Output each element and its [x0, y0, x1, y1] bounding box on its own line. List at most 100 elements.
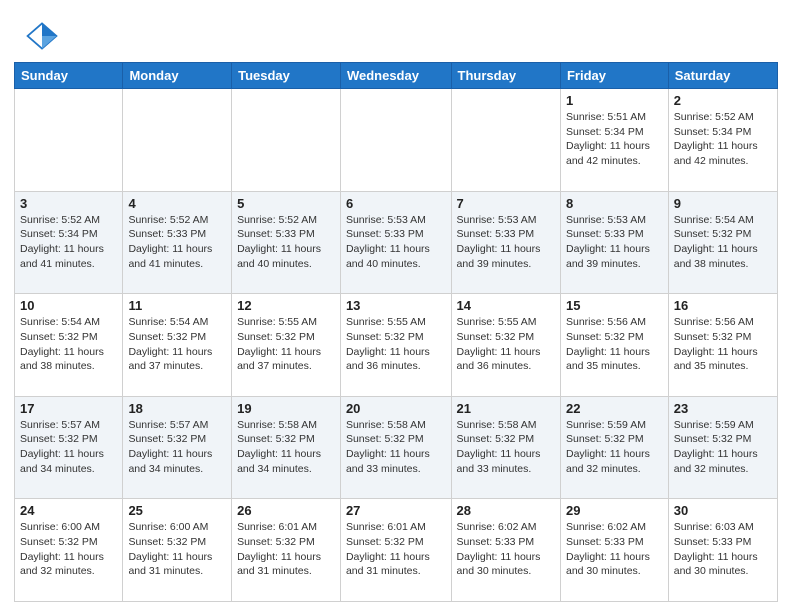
- calendar-cell: 4 Sunrise: 5:52 AM Sunset: 5:33 PM Daylig…: [123, 191, 232, 294]
- calendar-cell: 16 Sunrise: 5:56 AM Sunset: 5:32 PM Dayli…: [668, 294, 777, 397]
- day-info: Sunrise: 5:57 AM Sunset: 5:32 PM Dayligh…: [128, 418, 226, 477]
- day-number: 21: [457, 401, 555, 416]
- day-number: 17: [20, 401, 117, 416]
- calendar-cell: 29 Sunrise: 6:02 AM Sunset: 5:33 PM Dayli…: [560, 499, 668, 602]
- calendar-cell: 30 Sunrise: 6:03 AM Sunset: 5:33 PM Dayli…: [668, 499, 777, 602]
- day-info: Sunrise: 5:57 AM Sunset: 5:32 PM Dayligh…: [20, 418, 117, 477]
- day-number: 19: [237, 401, 335, 416]
- calendar-day-header: Monday: [123, 63, 232, 89]
- day-info: Sunrise: 6:00 AM Sunset: 5:32 PM Dayligh…: [20, 520, 117, 579]
- logo-icon: [24, 18, 60, 54]
- day-info: Sunrise: 5:52 AM Sunset: 5:33 PM Dayligh…: [128, 213, 226, 272]
- day-info: Sunrise: 5:56 AM Sunset: 5:32 PM Dayligh…: [566, 315, 663, 374]
- day-number: 8: [566, 196, 663, 211]
- calendar-day-header: Wednesday: [340, 63, 451, 89]
- day-info: Sunrise: 5:55 AM Sunset: 5:32 PM Dayligh…: [237, 315, 335, 374]
- day-number: 1: [566, 93, 663, 108]
- calendar-week-row: 3 Sunrise: 5:52 AM Sunset: 5:34 PM Daylig…: [15, 191, 778, 294]
- calendar-cell: 20 Sunrise: 5:58 AM Sunset: 5:32 PM Dayli…: [340, 396, 451, 499]
- day-number: 18: [128, 401, 226, 416]
- calendar-cell: 18 Sunrise: 5:57 AM Sunset: 5:32 PM Dayli…: [123, 396, 232, 499]
- day-number: 5: [237, 196, 335, 211]
- calendar-day-header: Thursday: [451, 63, 560, 89]
- header: [0, 0, 792, 62]
- day-number: 4: [128, 196, 226, 211]
- day-number: 10: [20, 298, 117, 313]
- calendar-week-row: 10 Sunrise: 5:54 AM Sunset: 5:32 PM Dayli…: [15, 294, 778, 397]
- day-info: Sunrise: 5:51 AM Sunset: 5:34 PM Dayligh…: [566, 110, 663, 169]
- calendar-table: SundayMondayTuesdayWednesdayThursdayFrid…: [14, 62, 778, 602]
- calendar-cell: 7 Sunrise: 5:53 AM Sunset: 5:33 PM Daylig…: [451, 191, 560, 294]
- day-number: 9: [674, 196, 772, 211]
- calendar-cell: 21 Sunrise: 5:58 AM Sunset: 5:32 PM Dayli…: [451, 396, 560, 499]
- calendar-cell: 2Sunrise: 5:52 AM Sunset: 5:34 PM Daylig…: [668, 89, 777, 192]
- day-number: 12: [237, 298, 335, 313]
- day-number: 25: [128, 503, 226, 518]
- calendar-cell: 25 Sunrise: 6:00 AM Sunset: 5:32 PM Dayli…: [123, 499, 232, 602]
- calendar-cell: 1 Sunrise: 5:51 AM Sunset: 5:34 PM Daylig…: [560, 89, 668, 192]
- calendar-day-header: Friday: [560, 63, 668, 89]
- day-number: 15: [566, 298, 663, 313]
- calendar-cell: 27 Sunrise: 6:01 AM Sunset: 5:32 PM Dayli…: [340, 499, 451, 602]
- calendar-cell: [232, 89, 341, 192]
- calendar-cell: 23 Sunrise: 5:59 AM Sunset: 5:32 PM Dayli…: [668, 396, 777, 499]
- calendar-cell: 5 Sunrise: 5:52 AM Sunset: 5:33 PM Daylig…: [232, 191, 341, 294]
- calendar-cell: 6Sunrise: 5:53 AM Sunset: 5:33 PM Daylig…: [340, 191, 451, 294]
- day-number: 14: [457, 298, 555, 313]
- day-info: Sunrise: 5:56 AM Sunset: 5:32 PM Dayligh…: [674, 315, 772, 374]
- day-info: Sunrise: 5:55 AM Sunset: 5:32 PM Dayligh…: [346, 315, 446, 374]
- day-number: 24: [20, 503, 117, 518]
- day-info: Sunrise: 5:52 AM Sunset: 5:34 PM Dayligh…: [674, 110, 772, 169]
- calendar-week-row: 24 Sunrise: 6:00 AM Sunset: 5:32 PM Dayli…: [15, 499, 778, 602]
- day-info: Sunrise: 5:52 AM Sunset: 5:33 PM Dayligh…: [237, 213, 335, 272]
- day-number: 6: [346, 196, 446, 211]
- day-info: Sunrise: 5:58 AM Sunset: 5:32 PM Dayligh…: [237, 418, 335, 477]
- day-info: Sunrise: 5:59 AM Sunset: 5:32 PM Dayligh…: [566, 418, 663, 477]
- calendar-cell: 10 Sunrise: 5:54 AM Sunset: 5:32 PM Dayli…: [15, 294, 123, 397]
- calendar-cell: 19 Sunrise: 5:58 AM Sunset: 5:32 PM Dayli…: [232, 396, 341, 499]
- day-info: Sunrise: 6:00 AM Sunset: 5:32 PM Dayligh…: [128, 520, 226, 579]
- calendar-day-header: Sunday: [15, 63, 123, 89]
- day-number: 7: [457, 196, 555, 211]
- day-info: Sunrise: 5:54 AM Sunset: 5:32 PM Dayligh…: [20, 315, 117, 374]
- calendar-cell: 9 Sunrise: 5:54 AM Sunset: 5:32 PM Daylig…: [668, 191, 777, 294]
- day-number: 16: [674, 298, 772, 313]
- day-info: Sunrise: 5:54 AM Sunset: 5:32 PM Dayligh…: [674, 213, 772, 272]
- day-info: Sunrise: 6:01 AM Sunset: 5:32 PM Dayligh…: [346, 520, 446, 579]
- day-info: Sunrise: 5:52 AM Sunset: 5:34 PM Dayligh…: [20, 213, 117, 272]
- day-info: Sunrise: 5:58 AM Sunset: 5:32 PM Dayligh…: [346, 418, 446, 477]
- calendar-cell: 3 Sunrise: 5:52 AM Sunset: 5:34 PM Daylig…: [15, 191, 123, 294]
- day-number: 30: [674, 503, 772, 518]
- calendar-cell: 13Sunrise: 5:55 AM Sunset: 5:32 PM Dayli…: [340, 294, 451, 397]
- logo: [24, 18, 66, 54]
- calendar-cell: 8 Sunrise: 5:53 AM Sunset: 5:33 PM Daylig…: [560, 191, 668, 294]
- calendar-cell: 15 Sunrise: 5:56 AM Sunset: 5:32 PM Dayli…: [560, 294, 668, 397]
- day-info: Sunrise: 5:53 AM Sunset: 5:33 PM Dayligh…: [457, 213, 555, 272]
- calendar-cell: 26Sunrise: 6:01 AM Sunset: 5:32 PM Dayli…: [232, 499, 341, 602]
- calendar-cell: 11Sunrise: 5:54 AM Sunset: 5:32 PM Dayli…: [123, 294, 232, 397]
- day-info: Sunrise: 6:01 AM Sunset: 5:32 PM Dayligh…: [237, 520, 335, 579]
- calendar-header-row: SundayMondayTuesdayWednesdayThursdayFrid…: [15, 63, 778, 89]
- day-number: 20: [346, 401, 446, 416]
- calendar-cell: 17 Sunrise: 5:57 AM Sunset: 5:32 PM Dayli…: [15, 396, 123, 499]
- day-info: Sunrise: 5:58 AM Sunset: 5:32 PM Dayligh…: [457, 418, 555, 477]
- day-info: Sunrise: 5:54 AM Sunset: 5:32 PM Dayligh…: [128, 315, 226, 374]
- day-info: Sunrise: 6:02 AM Sunset: 5:33 PM Dayligh…: [566, 520, 663, 579]
- calendar-day-header: Saturday: [668, 63, 777, 89]
- calendar-cell: [123, 89, 232, 192]
- day-info: Sunrise: 6:03 AM Sunset: 5:33 PM Dayligh…: [674, 520, 772, 579]
- day-number: 27: [346, 503, 446, 518]
- day-info: Sunrise: 5:53 AM Sunset: 5:33 PM Dayligh…: [566, 213, 663, 272]
- calendar-cell: 14Sunrise: 5:55 AM Sunset: 5:32 PM Dayli…: [451, 294, 560, 397]
- calendar-week-row: 17 Sunrise: 5:57 AM Sunset: 5:32 PM Dayli…: [15, 396, 778, 499]
- day-number: 23: [674, 401, 772, 416]
- calendar-cell: 22 Sunrise: 5:59 AM Sunset: 5:32 PM Dayli…: [560, 396, 668, 499]
- day-number: 3: [20, 196, 117, 211]
- day-info: Sunrise: 6:02 AM Sunset: 5:33 PM Dayligh…: [457, 520, 555, 579]
- calendar-cell: [451, 89, 560, 192]
- calendar-cell: [15, 89, 123, 192]
- calendar-cell: [340, 89, 451, 192]
- day-number: 22: [566, 401, 663, 416]
- day-number: 29: [566, 503, 663, 518]
- day-info: Sunrise: 5:59 AM Sunset: 5:32 PM Dayligh…: [674, 418, 772, 477]
